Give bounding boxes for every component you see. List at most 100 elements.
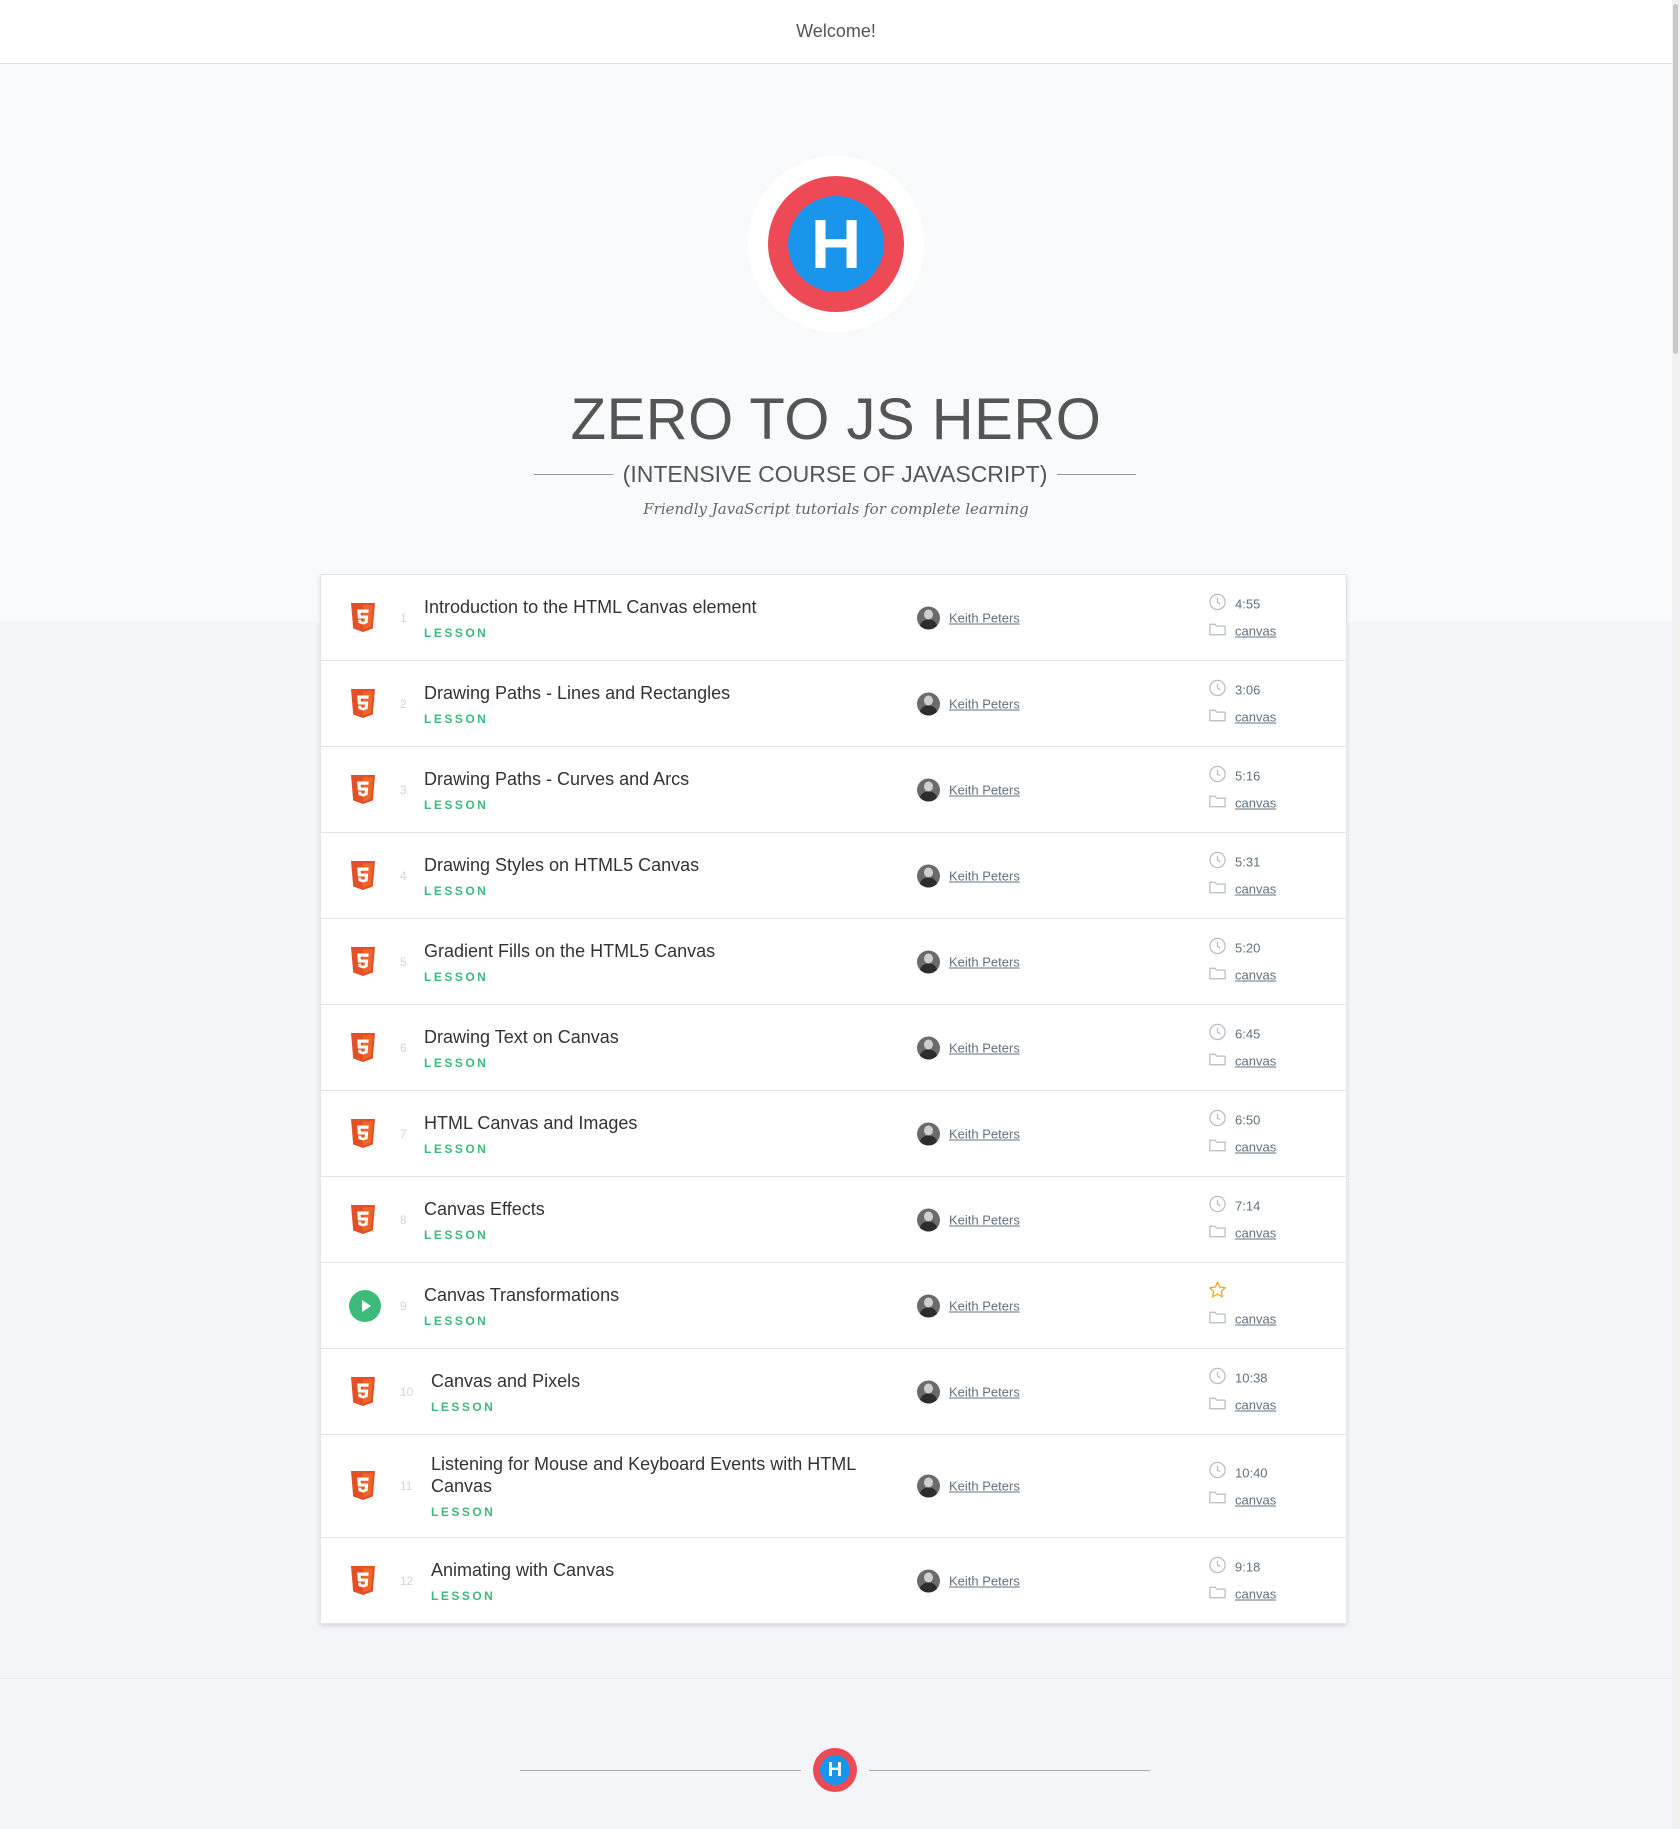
lesson-title[interactable]: Canvas Effects [424,1198,884,1220]
lesson-duration: 5:31 [1235,854,1261,870]
lesson-tag-link[interactable]: canvas [1235,1226,1276,1241]
lesson-tag-link[interactable]: canvas [1235,796,1276,811]
lesson-author[interactable]: Keith Peters [917,1380,1020,1403]
duration-line: 5:20 [1208,937,1328,959]
author-link[interactable]: Keith Peters [949,1040,1020,1055]
clock-icon [1208,1555,1227,1579]
avatar [917,1208,940,1231]
footer-logo[interactable]: H [813,1748,857,1792]
tag-line: canvas [1208,792,1328,814]
lesson-info: Animating with Canvas LESSON [431,1559,891,1603]
lesson-tag-link[interactable]: canvas [1235,624,1276,639]
lesson-meta: 7:14 canvas [1208,1195,1328,1244]
lesson-author[interactable]: Keith Peters [917,1122,1020,1145]
author-link[interactable]: Keith Peters [949,696,1020,711]
author-link[interactable]: Keith Peters [949,1573,1020,1588]
lesson-title[interactable]: Canvas and Pixels [431,1370,891,1392]
lesson-row[interactable]: 2 Drawing Paths - Lines and Rectangles LES… [321,661,1346,747]
lesson-author[interactable]: Keith Peters [917,950,1020,973]
lesson-author[interactable]: Keith Peters [917,778,1020,801]
html5-icon [349,1565,377,1597]
lesson-author[interactable]: Keith Peters [917,1036,1020,1059]
lesson-row[interactable]: 12 Animating with Canvas LESSON Keith Peter… [321,1538,1346,1623]
html5-icon [349,774,377,806]
course-tagline: Friendly JavaScript tutorials for comple… [643,500,1029,518]
lesson-row[interactable]: 4 Drawing Styles on HTML5 Canvas LESSON Kei… [321,833,1346,919]
lesson-tag-link[interactable]: canvas [1235,1492,1276,1507]
html5-icon [349,860,377,892]
author-link[interactable]: Keith Peters [949,1479,1020,1494]
author-link[interactable]: Keith Peters [949,954,1020,969]
lesson-type-label: LESSON [431,1588,496,1603]
lesson-list: 1 Introduction to the HTML Canvas element… [320,574,1347,1624]
lesson-tag-link[interactable]: canvas [1235,968,1276,983]
welcome-text: Welcome! [796,21,876,41]
duration-line: 10:40 [1208,1461,1328,1484]
clock-icon [1208,850,1227,874]
star-icon[interactable] [1208,1280,1227,1304]
folder-icon [1208,619,1227,643]
lesson-author[interactable]: Keith Peters [917,1208,1020,1231]
lesson-row[interactable]: 9 Canvas Transformations LESSON Keith Peter… [321,1263,1346,1349]
lesson-author[interactable]: Keith Peters [917,1294,1020,1317]
tag-line: canvas [1208,1136,1328,1158]
lesson-author[interactable]: Keith Peters [917,606,1020,629]
lesson-author[interactable]: Keith Peters [917,1569,1020,1592]
folder-icon [1208,1135,1227,1159]
tag-line: canvas [1208,1308,1328,1330]
lesson-title[interactable]: Drawing Text on Canvas [424,1026,884,1048]
folder-icon [1208,791,1227,815]
lesson-tag-link[interactable]: canvas [1235,1398,1276,1413]
clock-icon [1208,1108,1227,1132]
author-link[interactable]: Keith Peters [949,1384,1020,1399]
lesson-number: 8 [400,1212,407,1227]
lesson-row[interactable]: 11 Listening for Mouse and Keyboard Event… [321,1435,1346,1538]
lesson-row[interactable]: 7 HTML Canvas and Images LESSON Keith Peter… [321,1091,1346,1177]
lesson-title[interactable]: Canvas Transformations [424,1284,884,1306]
tag-line: canvas [1208,964,1328,986]
lesson-title[interactable]: Drawing Paths - Lines and Rectangles [424,682,884,704]
lesson-author[interactable]: Keith Peters [917,692,1020,715]
lesson-title[interactable]: Drawing Styles on HTML5 Canvas [424,854,884,876]
lesson-title[interactable]: Gradient Fills on the HTML5 Canvas [424,940,884,962]
author-link[interactable]: Keith Peters [949,868,1020,883]
lesson-title[interactable]: Drawing Paths - Curves and Arcs [424,768,884,790]
lesson-tag-link[interactable]: canvas [1235,1587,1276,1602]
lesson-tag-link[interactable]: canvas [1235,710,1276,725]
lesson-meta: 5:16 canvas [1208,765,1328,814]
author-link[interactable]: Keith Peters [949,1298,1020,1313]
avatar [917,950,940,973]
lesson-number: 3 [400,782,407,797]
lesson-title[interactable]: HTML Canvas and Images [424,1112,884,1134]
lesson-tag-link[interactable]: canvas [1235,1312,1276,1327]
lesson-row[interactable]: 10 Canvas and Pixels LESSON Keith Peters 10:… [321,1349,1346,1435]
footer-divider-left [520,1769,801,1771]
duration-line: 3:06 [1208,679,1328,701]
author-link[interactable]: Keith Peters [949,782,1020,797]
lesson-author[interactable]: Keith Peters [917,1474,1020,1498]
lesson-title[interactable]: Introduction to the HTML Canvas element [424,596,884,618]
author-link[interactable]: Keith Peters [949,1126,1020,1141]
scrollbar-thumb[interactable] [1673,4,1678,354]
clock-icon [1208,936,1227,960]
lesson-row[interactable]: 1 Introduction to the HTML Canvas element… [321,575,1346,661]
page-scrollbar[interactable] [1672,0,1680,1828]
lesson-row[interactable]: 5 Gradient Fills on the HTML5 Canvas LESSO… [321,919,1346,1005]
avatar [917,1294,940,1317]
lesson-row[interactable]: 3 Drawing Paths - Curves and Arcs LESSON Ke… [321,747,1346,833]
lesson-title[interactable]: Listening for Mouse and Keyboard Events … [431,1453,891,1497]
lesson-author[interactable]: Keith Peters [917,864,1020,887]
lesson-row[interactable]: 6 Drawing Text on Canvas LESSON Keith Peter… [321,1005,1346,1091]
lesson-type-label: LESSON [424,1055,489,1070]
tag-line: canvas [1208,1489,1328,1511]
html5-icon [349,946,377,978]
author-link[interactable]: Keith Peters [949,610,1020,625]
lesson-tag-link[interactable]: canvas [1235,882,1276,897]
lesson-tag-link[interactable]: canvas [1235,1054,1276,1069]
lesson-title[interactable]: Animating with Canvas [431,1559,891,1581]
lesson-row[interactable]: 8 Canvas Effects LESSON Keith Peters 7:14 can… [321,1177,1346,1263]
lesson-meta: 10:40 canvas [1208,1461,1328,1511]
play-icon [349,1289,381,1322]
lesson-tag-link[interactable]: canvas [1235,1140,1276,1155]
author-link[interactable]: Keith Peters [949,1212,1020,1227]
